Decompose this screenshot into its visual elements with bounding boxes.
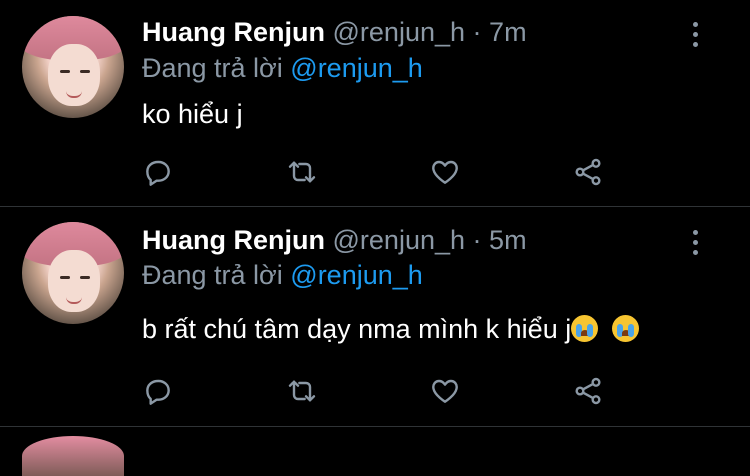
more-options-button[interactable] [688, 20, 704, 50]
retweet-icon [288, 380, 316, 402]
heart-icon [432, 379, 458, 403]
retweet-button[interactable] [282, 154, 322, 190]
retweet-icon [288, 161, 316, 183]
loudly-crying-face-icon [611, 315, 639, 342]
tweet-text-line: b rất chú tâm dạy nma mình k hiểu j [142, 313, 639, 345]
tweet[interactable]: Huang Renjun @renjun_h · 5m Đang trả lời… [0, 207, 750, 427]
heart-icon [432, 160, 458, 184]
avatar[interactable] [22, 436, 124, 476]
separator-dot: · [472, 225, 482, 255]
reply-prefix: Đang trả lời [142, 260, 283, 290]
reply-button[interactable] [138, 154, 178, 190]
tweet-header: Huang Renjun @renjun_h · 5m [142, 224, 527, 256]
reply-mention-link[interactable]: @renjun_h [290, 260, 423, 290]
tweet-actions [0, 373, 750, 409]
replying-to: Đang trả lời @renjun_h [142, 259, 423, 291]
like-button[interactable] [425, 373, 465, 409]
author-handle[interactable]: @renjun_h [333, 17, 466, 47]
tweet-time[interactable]: 7m [489, 17, 527, 47]
author-name[interactable]: Huang Renjun [142, 17, 325, 47]
tweet-header: Huang Renjun @renjun_h · 7m [142, 16, 527, 48]
share-button[interactable] [568, 373, 608, 409]
more-options-button[interactable] [688, 228, 704, 258]
share-button[interactable] [568, 154, 608, 190]
avatar[interactable] [22, 16, 124, 118]
retweet-button[interactable] [282, 373, 322, 409]
reply-prefix: Đang trả lời [142, 53, 283, 83]
replying-to: Đang trả lời @renjun_h [142, 52, 423, 84]
tweet-time[interactable]: 5m [489, 225, 527, 255]
share-icon [575, 377, 601, 405]
tweet-text: b rất chú tâm dạy nma mình k hiểu j [142, 314, 572, 344]
comment-icon [146, 160, 170, 186]
author-handle[interactable]: @renjun_h [333, 225, 466, 255]
share-icon [575, 158, 601, 186]
tweet-actions [0, 154, 750, 190]
reply-mention-link[interactable]: @renjun_h [290, 53, 423, 83]
loudly-crying-face-icon [571, 315, 599, 342]
tweet[interactable]: Huang Renjun @renjun_h · 7m Đang trả lời… [0, 0, 750, 205]
separator-dot: · [472, 17, 482, 47]
avatar[interactable] [22, 222, 124, 324]
like-button[interactable] [425, 154, 465, 190]
tweet-divider [0, 426, 750, 427]
tweet-text: ko hiểu j [142, 99, 243, 129]
reply-button[interactable] [138, 373, 178, 409]
author-name[interactable]: Huang Renjun [142, 225, 325, 255]
comment-icon [146, 379, 170, 405]
